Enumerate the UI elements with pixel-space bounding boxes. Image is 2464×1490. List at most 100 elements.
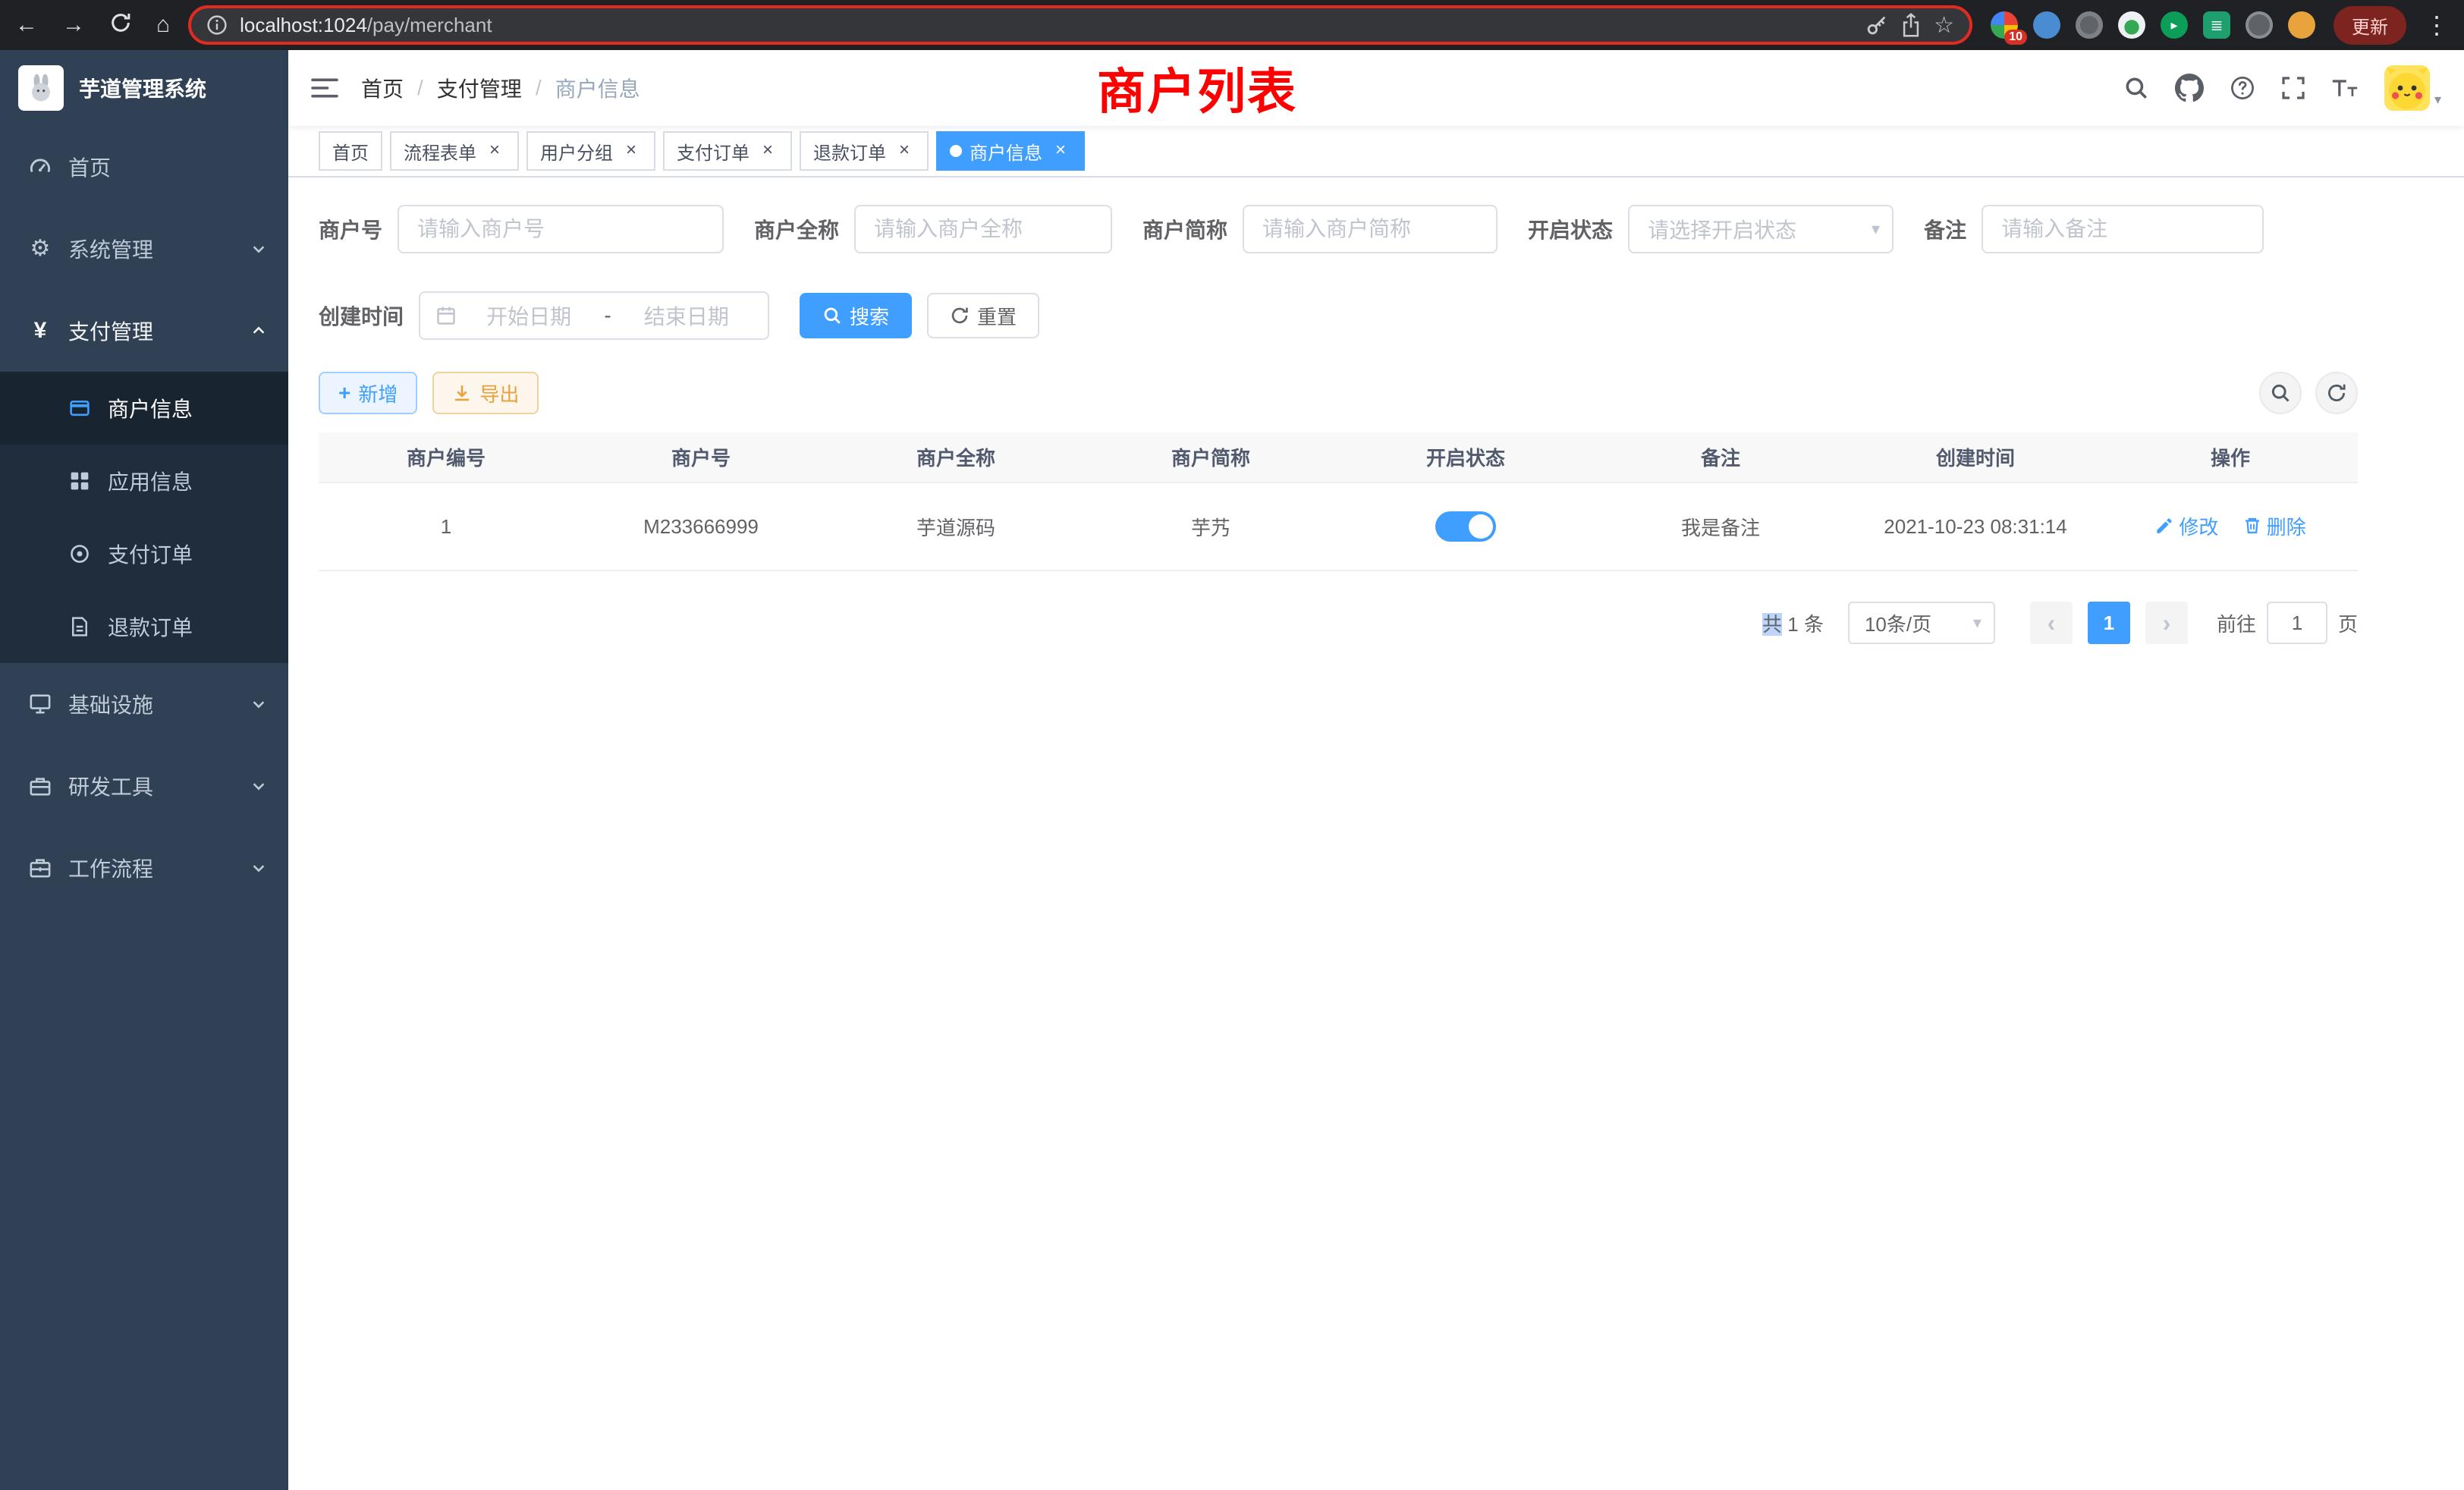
close-icon[interactable]: × (621, 140, 642, 162)
sidebar-item-label: 支付订单 (108, 539, 193, 569)
prev-page-button[interactable]: ‹ (2030, 602, 2073, 644)
status-select[interactable]: 请选择开启状态 ▾ (1628, 205, 1894, 253)
url-path: /pay/merchant (367, 14, 492, 36)
home-icon[interactable]: ⌂ (156, 14, 170, 36)
close-icon[interactable]: × (484, 140, 505, 162)
user-menu[interactable]: ▾ (2384, 65, 2441, 111)
filter-label: 备注 (1924, 214, 1966, 244)
circle-dot-icon (67, 543, 93, 564)
extension-icon-4[interactable] (2118, 11, 2145, 39)
filter-row-1: 商户号 商户全称 商户简称 开启状态 请选择开启状态 (319, 205, 2358, 253)
close-icon[interactable]: × (757, 140, 778, 162)
tag-label: 商户信息 (970, 138, 1042, 165)
tag-user-group[interactable]: 用户分组 × (526, 131, 655, 171)
hamburger-icon[interactable] (311, 76, 338, 100)
info-icon[interactable] (206, 14, 228, 36)
create-time-range-picker[interactable]: 开始日期 - 结束日期 (419, 291, 769, 340)
goto-page-input[interactable] (2267, 602, 2327, 644)
sidebar-item-merchant-info[interactable]: 商户信息 (0, 372, 288, 445)
end-date-placeholder: 结束日期 (621, 300, 753, 331)
document-icon (67, 616, 93, 637)
breadcrumb: 首页 / 支付管理 / 商户信息 (361, 73, 640, 103)
search-button[interactable]: 搜索 (800, 293, 912, 338)
url-text[interactable]: localhost:1024/pay/merchant (240, 14, 1853, 37)
sidebar-item-pay[interactable]: ¥ 支付管理 (0, 290, 288, 372)
tag-pay-order[interactable]: 支付订单 × (663, 131, 792, 171)
font-size-icon[interactable] (2331, 77, 2359, 99)
refresh-table-button[interactable] (2315, 372, 2358, 414)
browser-menu-icon[interactable]: ⋮ (2425, 11, 2449, 39)
tag-label: 支付订单 (677, 138, 750, 165)
page-1-button[interactable]: 1 (2088, 602, 2130, 644)
address-bar[interactable]: localhost:1024/pay/merchant ☆ (188, 5, 1972, 45)
extension-icon-6[interactable]: ≣ (2203, 11, 2230, 39)
status-toggle[interactable] (1435, 511, 1496, 542)
export-button[interactable]: 导出 (432, 372, 539, 414)
bookmark-star-icon[interactable]: ☆ (1934, 12, 1954, 39)
breadcrumb-home[interactable]: 首页 (361, 73, 404, 103)
page-size-select[interactable]: 10条/页 ▾ (1848, 602, 1995, 644)
extension-icon-2[interactable] (2033, 11, 2060, 39)
tag-process-form[interactable]: 流程表单 × (390, 131, 519, 171)
full-name-input[interactable] (854, 205, 1112, 253)
sidebar-item-dev-tools[interactable]: 研发工具 (0, 745, 288, 827)
extension-icon-7[interactable] (2246, 11, 2273, 39)
short-name-input[interactable] (1243, 205, 1498, 253)
toggle-search-button[interactable] (2259, 372, 2302, 414)
table-row: 1 M233666999 芋道源码 芋艿 我是备注 2021-10-23 08:… (319, 483, 2358, 571)
main-area: 商户列表 首页 / 支付管理 / 商户信息 (288, 50, 2464, 1490)
sidebar-item-infrastructure[interactable]: 基础设施 (0, 663, 288, 745)
share-icon[interactable] (1900, 13, 1922, 37)
add-button-label: 新增 (358, 379, 398, 407)
search-icon[interactable] (2123, 75, 2149, 101)
breadcrumb-pay[interactable]: 支付管理 (437, 73, 522, 103)
edit-link-label: 修改 (2179, 512, 2218, 540)
trash-icon (2242, 516, 2262, 536)
delete-link[interactable]: 删除 (2242, 512, 2306, 540)
filter-row-2: 创建时间 开始日期 - 结束日期 搜索 (319, 291, 2358, 340)
sidebar-item-label: 工作流程 (68, 853, 153, 883)
sidebar-item-system[interactable]: ⚙ 系统管理 (0, 208, 288, 290)
close-icon[interactable]: × (894, 140, 915, 162)
sidebar-item-refund-order[interactable]: 退款订单 (0, 590, 288, 663)
chevron-down-icon (250, 240, 267, 257)
refresh-icon (950, 306, 970, 325)
reset-button[interactable]: 重置 (927, 293, 1039, 338)
add-button[interactable]: + 新增 (319, 372, 417, 414)
next-page-button[interactable]: › (2145, 602, 2188, 644)
cell-status (1338, 483, 1593, 571)
sidebar-logo[interactable]: 芋道管理系统 (0, 50, 288, 126)
forward-icon[interactable]: → (62, 14, 85, 36)
pagination-goto: 前往 页 (2217, 602, 2358, 644)
breadcrumb-separator: / (536, 76, 542, 100)
extension-icon-1[interactable]: 10 (1991, 11, 2018, 39)
export-button-label: 导出 (479, 379, 519, 407)
search-button-label: 搜索 (850, 302, 889, 330)
sidebar-item-pay-order[interactable]: 支付订单 (0, 517, 288, 590)
remark-input[interactable] (1982, 205, 2264, 253)
extension-icon-3[interactable] (2076, 11, 2103, 39)
sidebar-item-home[interactable]: 首页 (0, 126, 288, 208)
tag-merchant-info[interactable]: 商户信息 × (936, 131, 1085, 171)
github-icon[interactable] (2175, 74, 2204, 102)
password-key-icon[interactable] (1865, 14, 1888, 36)
filter-remark: 备注 (1924, 205, 2264, 253)
extension-icon-8[interactable] (2288, 11, 2315, 39)
tag-label: 退款订单 (813, 138, 886, 165)
fullscreen-icon[interactable] (2281, 76, 2305, 100)
edit-link[interactable]: 修改 (2154, 512, 2218, 540)
reload-icon[interactable] (109, 11, 132, 39)
rabbit-logo-icon (18, 65, 64, 111)
merchant-no-input[interactable] (398, 205, 724, 253)
filter-status: 开启状态 请选择开启状态 ▾ (1528, 205, 1894, 253)
sidebar-item-workflow[interactable]: 工作流程 (0, 827, 288, 909)
back-icon[interactable]: ← (15, 14, 38, 36)
extension-icon-5[interactable]: ▸ (2161, 11, 2188, 39)
tag-home[interactable]: 首页 (319, 131, 382, 171)
filter-create-time: 创建时间 开始日期 - 结束日期 (319, 291, 769, 340)
tag-refund-order[interactable]: 退款订单 × (800, 131, 929, 171)
chrome-update-button[interactable]: 更新 (2334, 6, 2406, 45)
sidebar-item-app-info[interactable]: 应用信息 (0, 445, 288, 517)
close-icon[interactable]: × (1050, 140, 1071, 162)
help-icon[interactable] (2230, 75, 2255, 101)
